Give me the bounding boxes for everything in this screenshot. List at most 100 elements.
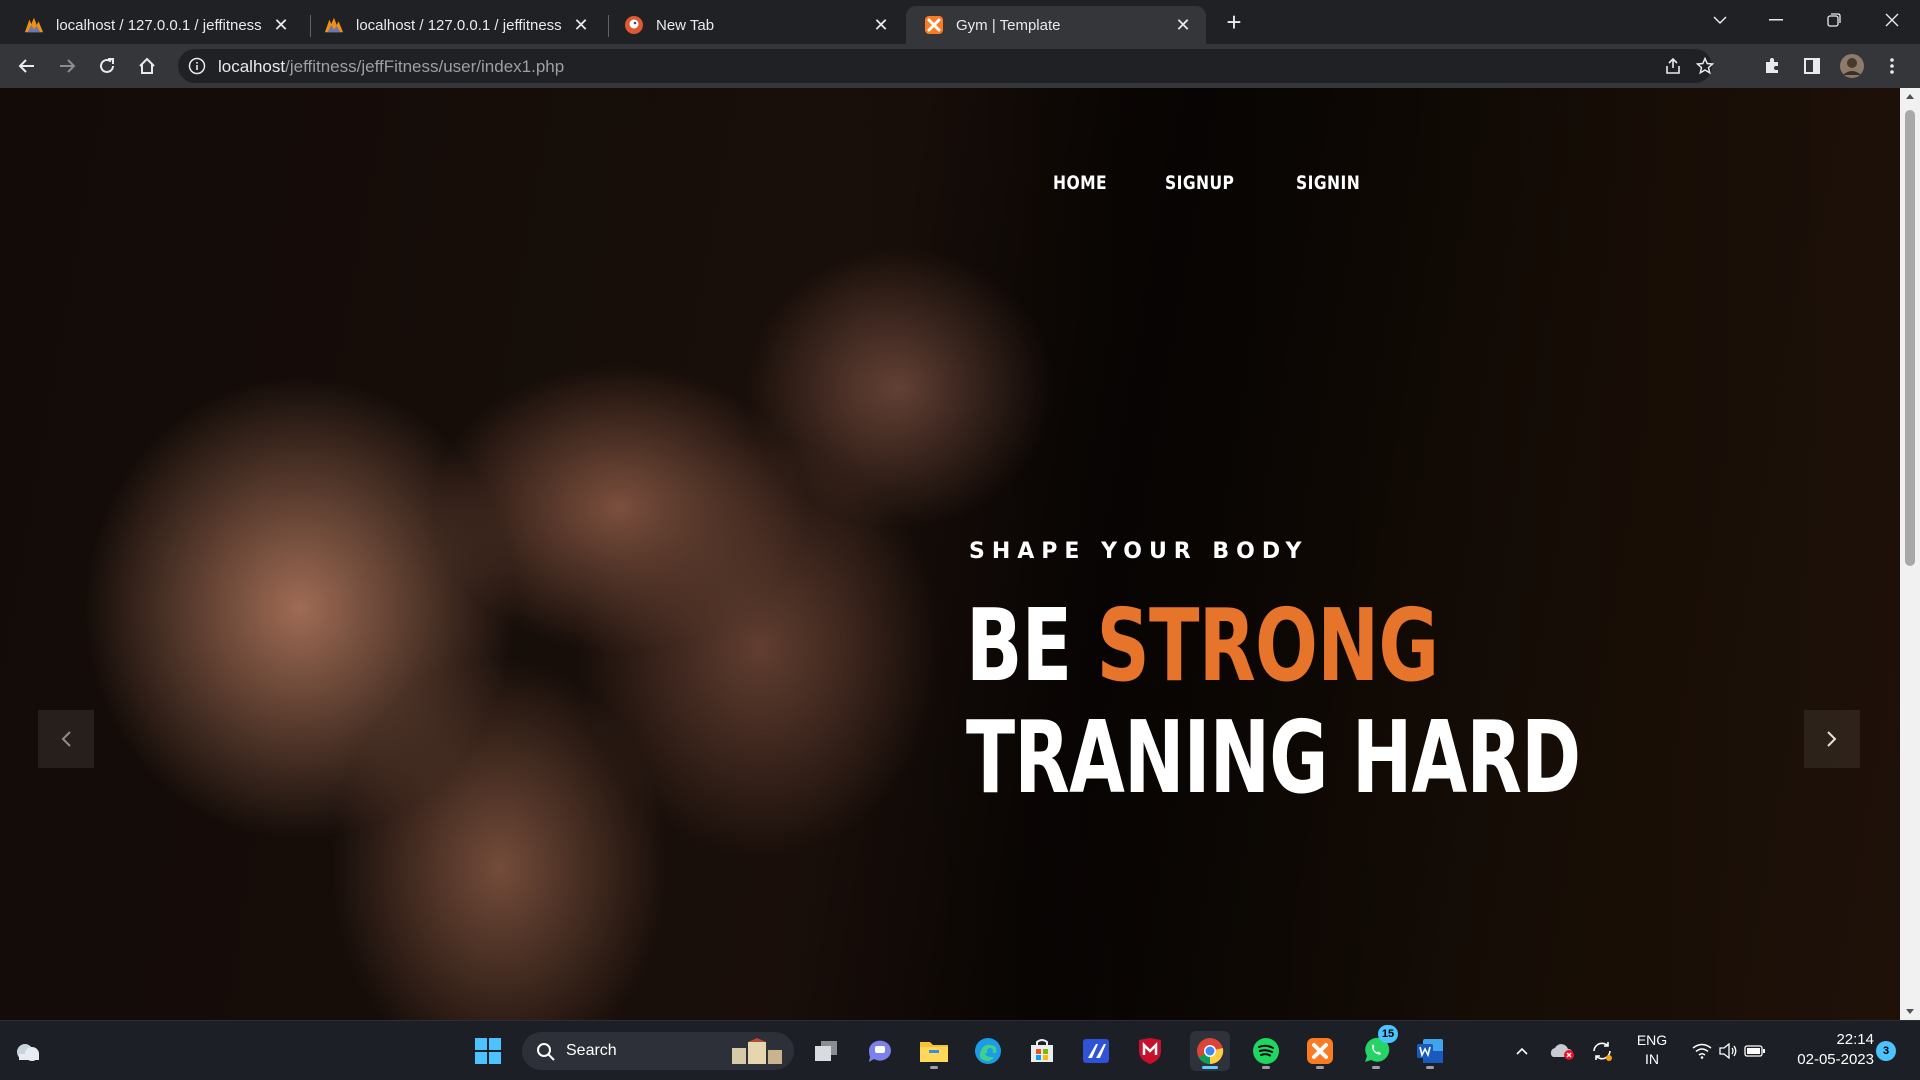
tab-search-button[interactable] xyxy=(1692,0,1748,40)
word-icon xyxy=(1417,1039,1443,1063)
profile-button[interactable] xyxy=(1836,50,1868,82)
tab-gym-template[interactable]: Gym | Template ✕ xyxy=(906,6,1206,44)
clock-time: 22:14 xyxy=(1836,1031,1874,1048)
nav-signup-link[interactable]: SIGNUP xyxy=(1165,172,1234,194)
language-indicator[interactable]: ENG IN xyxy=(1628,1031,1676,1069)
tab-phpmyadmin-1[interactable]: localhost / 127.0.0.1 / jeffitness ✕ xyxy=(6,6,304,44)
browser-toolbar: localhost/jeffitness/jeffFitness/user/in… xyxy=(0,44,1920,88)
star-icon[interactable] xyxy=(1696,57,1714,75)
close-tab-icon[interactable]: ✕ xyxy=(870,14,892,36)
close-tab-icon[interactable]: ✕ xyxy=(270,14,292,36)
minimize-button[interactable] xyxy=(1748,0,1804,40)
quick-settings-button[interactable] xyxy=(1684,1031,1774,1071)
mcafee-button[interactable] xyxy=(1130,1031,1170,1071)
whatsapp-button[interactable]: 15 xyxy=(1356,1025,1398,1071)
close-tab-icon[interactable]: ✕ xyxy=(570,14,592,36)
chevron-down-icon xyxy=(1713,16,1727,25)
hero-subtitle: SHAPE YOUR BODY xyxy=(969,539,1309,564)
language-code: ENG xyxy=(1636,1032,1668,1048)
info-icon[interactable] xyxy=(188,57,206,75)
mcafee-shield-icon xyxy=(1139,1038,1161,1064)
scroll-up-icon[interactable] xyxy=(1905,92,1915,100)
side-panel-button[interactable] xyxy=(1796,50,1828,82)
sync-button[interactable] xyxy=(1584,1031,1620,1071)
scroll-down-icon[interactable] xyxy=(1905,1008,1915,1016)
clock[interactable]: 22:14 02-05-2023 xyxy=(1780,1030,1874,1070)
task-view-button[interactable] xyxy=(806,1031,846,1071)
clock-date: 02-05-2023 xyxy=(1797,1051,1874,1068)
new-tab-button[interactable]: + xyxy=(1220,7,1248,37)
spotify-icon xyxy=(1253,1038,1279,1064)
more-vertical-icon xyxy=(1890,58,1894,74)
tab-phpmyadmin-2[interactable]: localhost / 127.0.0.1 / jeffitness ✕ xyxy=(306,6,604,44)
url-host: localhost xyxy=(218,57,286,76)
chrome-button[interactable] xyxy=(1190,1031,1230,1071)
powerautomate-button[interactable] xyxy=(1076,1031,1116,1071)
hero-headline-line2: TRANING HARD xyxy=(966,699,1581,816)
microsoft-store-button[interactable] xyxy=(1022,1031,1062,1071)
page-viewport: HOME SIGNUP SIGNIN SHAPE YOUR BODY BE ST… xyxy=(0,88,1900,1020)
share-icon[interactable] xyxy=(1664,57,1682,75)
url-text[interactable]: localhost/jeffitness/jeffFitness/user/in… xyxy=(218,57,564,77)
close-window-button[interactable] xyxy=(1864,0,1920,40)
extensions-button[interactable] xyxy=(1756,50,1788,82)
edge-button[interactable] xyxy=(968,1031,1008,1071)
tab-title: localhost / 127.0.0.1 / jeffitness xyxy=(56,16,262,34)
search-highlight-icon xyxy=(732,1038,782,1064)
show-hidden-icons-button[interactable] xyxy=(1502,1031,1542,1071)
close-tab-icon[interactable]: ✕ xyxy=(1172,14,1194,36)
side-panel-icon xyxy=(1804,58,1820,74)
avatar xyxy=(1840,54,1864,78)
nav-home-link[interactable]: HOME xyxy=(1053,172,1107,194)
start-button[interactable] xyxy=(468,1031,508,1071)
home-button[interactable] xyxy=(131,50,163,82)
onedrive-error-icon xyxy=(1550,1044,1574,1060)
page-scrollbar[interactable] xyxy=(1900,88,1920,1020)
teams-chat-button[interactable] xyxy=(860,1031,900,1071)
chrome-menu-button[interactable] xyxy=(1876,50,1908,82)
url-path: /jeffitness/jeffFitness/user/index1.php xyxy=(285,57,565,76)
arrow-right-icon xyxy=(60,59,76,73)
reload-button[interactable] xyxy=(91,50,123,82)
puzzle-icon xyxy=(1766,58,1778,73)
cloud-icon xyxy=(17,1044,39,1061)
minimize-icon xyxy=(1769,19,1783,21)
carousel-prev-button[interactable] xyxy=(38,710,94,768)
headline-accent-word: STRONG xyxy=(1096,587,1440,704)
forward-button[interactable] xyxy=(51,50,83,82)
task-view-icon xyxy=(815,1041,837,1061)
search-label: Search xyxy=(566,1042,617,1059)
file-explorer-button[interactable] xyxy=(914,1031,954,1071)
wifi-icon xyxy=(1692,1043,1712,1059)
nav-signin-link[interactable]: SIGNIN xyxy=(1296,172,1360,194)
word-button[interactable] xyxy=(1410,1031,1450,1071)
automate-icon xyxy=(1083,1039,1109,1063)
volume-icon xyxy=(1719,1043,1737,1059)
tab-new-tab[interactable]: New Tab ✕ xyxy=(606,6,904,44)
notification-badge[interactable]: 3 xyxy=(1876,1041,1896,1061)
hero-overlay xyxy=(0,88,1900,1020)
reload-icon xyxy=(100,58,114,73)
address-bar[interactable]: localhost/jeffitness/jeffFitness/user/in… xyxy=(178,49,1714,83)
onedrive-button[interactable] xyxy=(1544,1031,1580,1071)
tab-strip: localhost / 127.0.0.1 / jeffitness ✕ loc… xyxy=(0,0,1920,44)
windows-icon xyxy=(475,1038,501,1064)
taskbar-search-box[interactable]: Search xyxy=(522,1032,794,1070)
weather-widget[interactable] xyxy=(8,1031,48,1071)
xampp-button[interactable] xyxy=(1300,1031,1340,1071)
carousel-next-button[interactable] xyxy=(1804,710,1860,768)
running-indicator xyxy=(1316,1066,1324,1069)
home-icon xyxy=(139,57,155,74)
back-button[interactable] xyxy=(11,50,43,82)
spotify-button[interactable] xyxy=(1246,1031,1286,1071)
scrollbar-thumb[interactable] xyxy=(1905,110,1915,566)
arrow-left-icon xyxy=(18,59,34,73)
running-indicator xyxy=(1262,1066,1270,1069)
tab-title: New Tab xyxy=(656,16,715,34)
tab-title: Gym | Template xyxy=(956,16,1061,34)
running-indicator xyxy=(1372,1066,1380,1069)
restore-button[interactable] xyxy=(1806,0,1862,40)
sync-icon xyxy=(1593,1042,1612,1061)
edge-icon xyxy=(975,1038,1001,1064)
headline-word: BE xyxy=(966,587,1072,704)
